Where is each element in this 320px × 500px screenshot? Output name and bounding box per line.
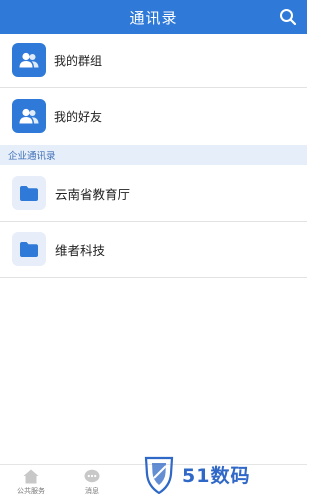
list-item-label: 云南省教育厅 xyxy=(55,186,131,202)
watermark-logo: 51数码 xyxy=(144,452,284,496)
nav-item-messages[interactable]: 消息 xyxy=(67,469,117,496)
nav-label: 公共服务 xyxy=(17,487,45,495)
list-item-my-groups[interactable]: 我的群组 xyxy=(0,34,307,86)
search-icon xyxy=(280,9,297,26)
list-item-label: 我的群组 xyxy=(54,53,103,68)
watermark-text: 51数码 xyxy=(182,464,251,487)
shield-logo-icon xyxy=(144,456,174,494)
list-item-label: 我的好友 xyxy=(54,109,103,124)
search-button[interactable] xyxy=(276,5,300,29)
friends-icon xyxy=(12,99,46,133)
list-item-org[interactable]: 维者科技 xyxy=(0,222,307,276)
home-icon xyxy=(23,469,39,484)
list-item-label: 维者科技 xyxy=(55,242,106,258)
divider xyxy=(0,277,307,278)
message-icon xyxy=(84,469,100,483)
folder-icon xyxy=(12,176,46,210)
section-header-enterprise: 企业通讯录 xyxy=(0,145,307,165)
group-icon xyxy=(12,43,46,77)
page-title: 通讯录 xyxy=(129,8,178,27)
list-item-org[interactable]: 云南省教育厅 xyxy=(0,166,307,220)
folder-icon xyxy=(12,232,46,266)
top-bar: 通讯录 xyxy=(0,0,307,34)
list-item-my-friends[interactable]: 我的好友 xyxy=(0,88,307,144)
section-title: 企业通讯录 xyxy=(8,151,56,162)
nav-item-public-services[interactable]: 公共服务 xyxy=(6,469,56,496)
nav-label: 消息 xyxy=(85,487,99,495)
